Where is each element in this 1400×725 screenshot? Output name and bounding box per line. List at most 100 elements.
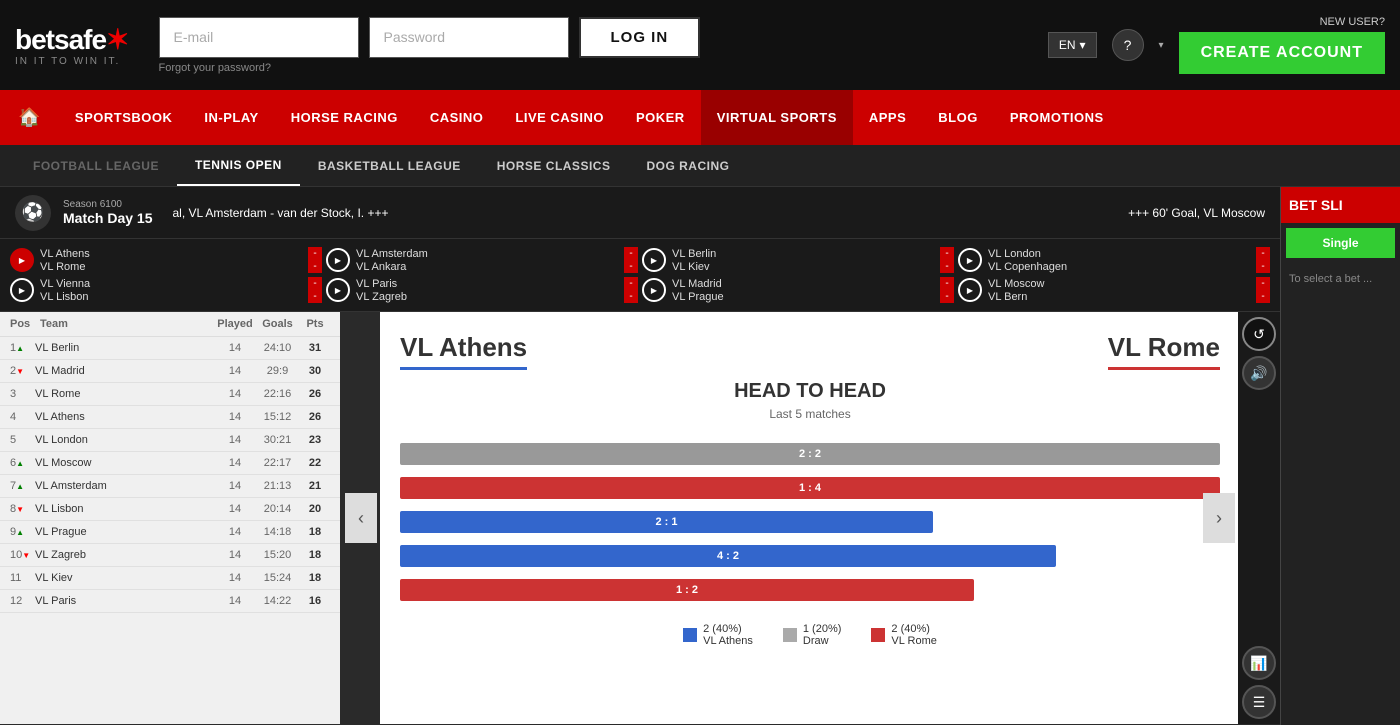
- nav-item-inplay[interactable]: IN-PLAY: [188, 90, 274, 145]
- new-user-label: NEW USER?: [1320, 16, 1385, 28]
- arrow-down-2: ▼: [16, 367, 24, 376]
- rank-11: 11: [10, 572, 35, 584]
- goals-moscow: 22:17: [255, 457, 300, 469]
- list-icon: ☰: [1253, 694, 1266, 711]
- refresh-button[interactable]: ↺: [1242, 317, 1276, 351]
- sub-nav-dogracing[interactable]: DOG RACING: [628, 145, 747, 186]
- legend-rome-label: 2 (40%) VL Rome: [891, 623, 936, 647]
- next-arrow-button[interactable]: ›: [1203, 493, 1235, 543]
- email-field[interactable]: [159, 17, 359, 58]
- team-row-moscow: VL Moscow: [35, 457, 215, 469]
- team-copenhagen: VL Copenhagen: [988, 261, 1067, 273]
- bet-single-tab[interactable]: Single: [1286, 228, 1395, 258]
- pts-prague: 18: [300, 526, 330, 538]
- create-account-button[interactable]: CREATE ACCOUNT: [1179, 32, 1385, 74]
- team-vienna: VL Vienna: [40, 278, 90, 290]
- play-button-4[interactable]: ▶: [958, 248, 982, 272]
- sub-nav-tennis[interactable]: TENNIS OPEN: [177, 145, 300, 186]
- bar-red-2: 1 : 4: [400, 477, 1220, 499]
- play-icon: ▶: [19, 256, 25, 265]
- played-amsterdam: 14: [215, 480, 255, 492]
- play-icon-5: ▶: [19, 286, 25, 295]
- volume-button[interactable]: 🔊: [1242, 356, 1276, 390]
- help-button[interactable]: ?: [1112, 29, 1144, 61]
- pts-berlin: 31: [300, 342, 330, 354]
- match-teams-6: VL Paris- VL Zagreb-: [356, 277, 638, 303]
- nav-item-virtualsports[interactable]: VIRTUAL SPORTS: [701, 90, 853, 145]
- rank-1: 1▲: [10, 342, 35, 354]
- nav-item-casino[interactable]: CASINO: [414, 90, 500, 145]
- play-button-2[interactable]: ▶: [326, 248, 350, 272]
- ticker-scores: al, VL Amsterdam - van der Stock, I. +++: [172, 206, 1128, 220]
- team-zagreb: VL Zagreb: [356, 291, 407, 303]
- goals-amsterdam: 21:13: [255, 480, 300, 492]
- col-played: Played: [215, 318, 255, 330]
- nav-item-sportsbook[interactable]: SPORTSBOOK: [59, 90, 188, 145]
- bar-draw-1: 2 : 2: [400, 443, 1220, 465]
- goals-madrid: 29:9: [255, 365, 300, 377]
- sub-nav-football[interactable]: FOOTBALL LEAGUE: [15, 145, 177, 186]
- match-cell-1: ▶ VL Athens - VL Rome -: [10, 247, 322, 273]
- nav-item-poker[interactable]: POKER: [620, 90, 701, 145]
- header-right: EN ▾ ? ▾ NEW USER? CREATE ACCOUNT: [1048, 16, 1385, 74]
- play-button-5[interactable]: ▶: [10, 278, 34, 302]
- sub-nav-horseclassics[interactable]: HORSE CLASSICS: [479, 145, 629, 186]
- lower-section: Pos Team Played Goals Pts 1▲VL Berlin142…: [0, 312, 1280, 724]
- pts-athens: 26: [300, 411, 330, 423]
- pts-lisbon: 20: [300, 503, 330, 515]
- play-button-8[interactable]: ▶: [958, 278, 982, 302]
- nav-item-livecasino[interactable]: LIVE CASINO: [499, 90, 620, 145]
- legend-athens-label: 2 (40%) VL Athens: [703, 623, 753, 647]
- score-rome: -: [308, 260, 322, 273]
- login-inputs: LOG IN: [159, 17, 1028, 58]
- legend-item-athens: 2 (40%) VL Athens: [683, 623, 753, 647]
- play-icon-6: ▶: [335, 286, 341, 295]
- table-row: 9▲VL Prague1414:1818: [0, 521, 340, 544]
- language-selector[interactable]: EN ▾: [1048, 32, 1097, 58]
- play-button-6[interactable]: ▶: [326, 278, 350, 302]
- prev-arrow-button[interactable]: ‹: [345, 493, 377, 543]
- nav-item-promotions[interactable]: PROMOTIONS: [994, 90, 1120, 145]
- played-zagreb: 14: [215, 549, 255, 561]
- login-button[interactable]: LOG IN: [579, 17, 701, 58]
- h2h-bars: 2 : 2 1 : 4 2 : 1: [400, 441, 1220, 603]
- col-pts: Pts: [300, 318, 330, 330]
- nav-item-apps[interactable]: APPS: [853, 90, 922, 145]
- legend-draw-name: Draw: [803, 635, 842, 647]
- team-row-1a: VL Athens -: [40, 247, 322, 260]
- score-paris: -: [624, 277, 638, 290]
- match-cell-7: ▶ VL Madrid- VL Prague-: [642, 277, 954, 303]
- sub-nav-basketball[interactable]: BASKETBALL LEAGUE: [300, 145, 479, 186]
- bet-select-text: To select a bet ...: [1281, 263, 1400, 295]
- forgot-password-link[interactable]: Forgot your password?: [159, 62, 1028, 74]
- list-button[interactable]: ☰: [1242, 685, 1276, 719]
- bar-row-1: 2 : 2: [400, 441, 1220, 467]
- content-area: ⚽ Season 6100 Match Day 15 al, VL Amster…: [0, 187, 1400, 725]
- rank-5: 5: [10, 434, 35, 446]
- nav-item-blog[interactable]: BLOG: [922, 90, 994, 145]
- h2h-team2-name: VL Rome: [1108, 332, 1220, 370]
- pts-paris: 16: [300, 595, 330, 607]
- match-cell-2: ▶ VL Amsterdam- VL Ankara-: [326, 247, 638, 273]
- team-prague: VL Prague: [672, 291, 724, 303]
- nav-item-home[interactable]: 🏠: [0, 90, 59, 145]
- team-row-paris: VL Paris: [35, 595, 215, 607]
- legend-athens-pct: 2 (40%): [703, 623, 753, 635]
- arrow-up-1: ▲: [16, 344, 24, 353]
- rank-7: 7▲: [10, 480, 35, 492]
- play-button-3[interactable]: ▶: [642, 248, 666, 272]
- goals-athens: 15:12: [255, 411, 300, 423]
- score-zagreb: -: [624, 290, 638, 303]
- nav-item-horseracing[interactable]: HORSE RACING: [275, 90, 414, 145]
- play-button-7[interactable]: ▶: [642, 278, 666, 302]
- stats-button[interactable]: 📊: [1242, 646, 1276, 680]
- team-row-lisbon: VL Lisbon: [35, 503, 215, 515]
- bar-red-5: 1 : 2: [400, 579, 974, 601]
- match-teams-1: VL Athens - VL Rome -: [40, 247, 322, 273]
- play-button-1[interactable]: ▶: [10, 248, 34, 272]
- login-area: LOG IN Forgot your password?: [159, 17, 1028, 74]
- password-field[interactable]: [369, 17, 569, 58]
- season-text: Season 6100: [63, 199, 152, 210]
- bar-row-2: 1 : 4: [400, 475, 1220, 501]
- chevron-icon-help: ▾: [1159, 40, 1164, 51]
